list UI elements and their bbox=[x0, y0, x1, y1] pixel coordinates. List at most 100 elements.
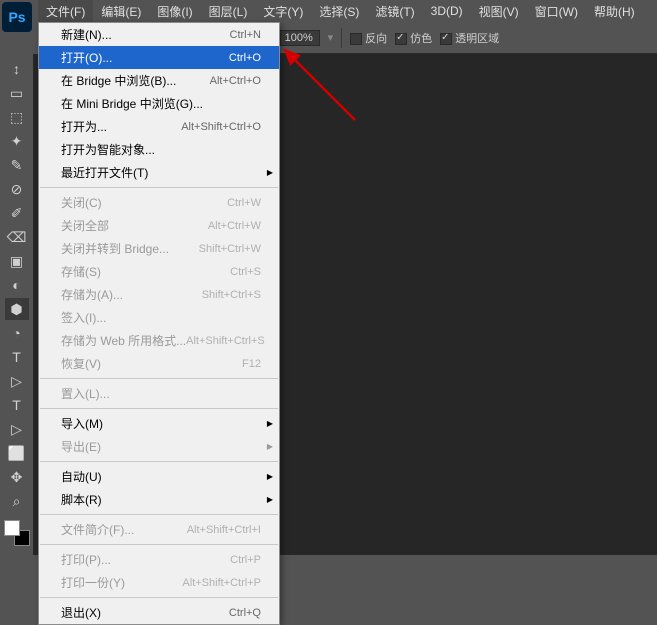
menu-item-shortcut: Ctrl+O bbox=[229, 52, 261, 64]
tool-gradient[interactable]: ⬢ bbox=[5, 298, 29, 320]
reverse-checkbox[interactable]: 反向 bbox=[350, 30, 387, 46]
tool-eyedropper[interactable]: ⊘ bbox=[5, 178, 29, 200]
menu-view[interactable]: 视图(V) bbox=[471, 0, 527, 23]
menu-item-label: 打开(O)... bbox=[61, 49, 112, 66]
tool-pen[interactable]: ▷ bbox=[5, 370, 29, 392]
menu-item: 关闭全部Alt+Ctrl+W bbox=[39, 214, 279, 237]
tool-zoom[interactable]: ⌕ bbox=[5, 490, 29, 512]
menu-item-label: 在 Bridge 中浏览(B)... bbox=[61, 72, 176, 89]
menu-item: 打印(P)... Ctrl+P bbox=[39, 548, 279, 571]
menu-item: 导出(E) bbox=[39, 435, 279, 458]
menu-item-shortcut: Alt+Ctrl+O bbox=[210, 75, 261, 87]
menu-item-label: 打印(P)... bbox=[61, 551, 111, 568]
menu-item: 存储为(A)... Shift+Ctrl+S bbox=[39, 283, 279, 306]
menu-item[interactable]: 脚本(R) bbox=[39, 488, 279, 511]
tool-history-brush[interactable]: ▣ bbox=[5, 250, 29, 272]
menu-3d[interactable]: 3D(D) bbox=[423, 1, 471, 21]
menu-item-shortcut: Alt+Shift+Ctrl+I bbox=[187, 524, 261, 536]
menu-item-label: 文件简介(F)... bbox=[61, 521, 134, 538]
menu-item-shortcut: Alt+Shift+Ctrl+P bbox=[182, 577, 261, 589]
menu-item[interactable]: 退出(X) Ctrl+Q bbox=[39, 601, 279, 624]
foreground-color-swatch[interactable] bbox=[4, 520, 20, 536]
menu-item-label: 置入(L)... bbox=[61, 385, 110, 402]
menu-item-label: 导入(M) bbox=[61, 415, 103, 432]
menu-item-label: 打开为智能对象... bbox=[61, 141, 155, 158]
menu-item[interactable]: 自动(U) bbox=[39, 465, 279, 488]
tool-blur[interactable]: ◔ bbox=[5, 322, 29, 344]
menu-item[interactable]: 在 Mini Bridge 中浏览(G)... bbox=[39, 92, 279, 115]
menu-help[interactable]: 帮助(H) bbox=[586, 0, 643, 23]
menu-item[interactable]: 导入(M) bbox=[39, 412, 279, 435]
menu-item: 签入(I)... bbox=[39, 306, 279, 329]
menu-item-shortcut: Shift+Ctrl+S bbox=[202, 289, 261, 301]
menu-item: 关闭并转到 Bridge... Shift+Ctrl+W bbox=[39, 237, 279, 260]
menu-item-label: 在 Mini Bridge 中浏览(G)... bbox=[61, 95, 203, 112]
tool-crop[interactable]: ✎ bbox=[5, 154, 29, 176]
tool-path[interactable]: ▷ bbox=[5, 418, 29, 440]
tool-marquee[interactable]: ▭ bbox=[5, 82, 29, 104]
menu-item-label: 导出(E) bbox=[61, 438, 101, 455]
menu-item-shortcut: Ctrl+S bbox=[230, 266, 261, 278]
menu-item-label: 退出(X) bbox=[61, 604, 101, 621]
menu-item-label: 新建(N)... bbox=[61, 26, 112, 43]
menu-item-label: 存储为(A)... bbox=[61, 286, 123, 303]
menu-file[interactable]: 文件(F) bbox=[38, 0, 93, 23]
menu-item-label: 关闭(C) bbox=[61, 194, 102, 211]
menu-item-shortcut: Alt+Shift+Ctrl+S bbox=[186, 335, 265, 347]
menu-image[interactable]: 图像(I) bbox=[149, 0, 200, 23]
menu-item-shortcut: Ctrl+W bbox=[227, 197, 261, 209]
transparency-checkbox[interactable]: 透明区域 bbox=[440, 30, 499, 46]
menu-item: 置入(L)... bbox=[39, 382, 279, 405]
menu-item-label: 恢复(V) bbox=[61, 355, 101, 372]
menu-item-label: 签入(I)... bbox=[61, 309, 106, 326]
menu-item-label: 关闭并转到 Bridge... bbox=[61, 240, 169, 257]
tool-lasso[interactable]: ⬚ bbox=[5, 106, 29, 128]
menu-item: 存储为 Web 所用格式...Alt+Shift+Ctrl+S bbox=[39, 329, 279, 352]
app-logo: Ps bbox=[2, 2, 32, 32]
menu-item: 文件简介(F)... Alt+Shift+Ctrl+I bbox=[39, 518, 279, 541]
tool-wand[interactable]: ✦ bbox=[5, 130, 29, 152]
menu-edit[interactable]: 编辑(E) bbox=[93, 0, 149, 23]
dither-checkbox[interactable]: 仿色 bbox=[395, 30, 432, 46]
menu-filter[interactable]: 滤镜(T) bbox=[367, 0, 422, 23]
tool-eraser[interactable]: ◐ bbox=[5, 274, 29, 296]
tool-text[interactable]: T bbox=[5, 394, 29, 416]
menu-item[interactable]: 最近打开文件(T) bbox=[39, 161, 279, 184]
color-swatches[interactable] bbox=[4, 520, 30, 546]
menu-item-shortcut: Alt+Ctrl+W bbox=[208, 220, 261, 232]
menu-select[interactable]: 选择(S) bbox=[311, 0, 367, 23]
menu-item-label: 打印一份(Y) bbox=[61, 574, 125, 591]
menu-item-label: 脚本(R) bbox=[61, 491, 102, 508]
menu-layer[interactable]: 图层(L) bbox=[201, 0, 256, 23]
tool-move[interactable]: ↕ bbox=[5, 58, 29, 80]
menu-item[interactable]: 在 Bridge 中浏览(B)... Alt+Ctrl+O bbox=[39, 69, 279, 92]
menu-type[interactable]: 文字(Y) bbox=[255, 0, 311, 23]
menu-item-label: 存储为 Web 所用格式... bbox=[61, 332, 186, 349]
toolbox: ↕ ▭ ⬚ ✦ ✎ ⊘ ✐ ⌫ ▣ ◐ ⬢ ◔ T ▷ T ▷ ⬜ ✥ ⌕ bbox=[0, 54, 34, 555]
tool-hand[interactable]: ✥ bbox=[5, 466, 29, 488]
tool-shape[interactable]: ⬜ bbox=[5, 442, 29, 464]
menu-item-shortcut: Shift+Ctrl+W bbox=[199, 243, 261, 255]
menu-item[interactable]: 新建(N)... Ctrl+N bbox=[39, 23, 279, 46]
menu-window[interactable]: 窗口(W) bbox=[527, 0, 586, 23]
menu-item: 存储(S) Ctrl+S bbox=[39, 260, 279, 283]
menu-item-shortcut: F12 bbox=[242, 358, 261, 370]
menu-item-label: 最近打开文件(T) bbox=[61, 164, 148, 181]
menu-item[interactable]: 打开(O)... Ctrl+O bbox=[39, 46, 279, 69]
menu-item-shortcut: Ctrl+N bbox=[230, 29, 261, 41]
menu-item-shortcut: Ctrl+P bbox=[230, 554, 261, 566]
menu-item: 关闭(C) Ctrl+W bbox=[39, 191, 279, 214]
menu-item[interactable]: 打开为...Alt+Shift+Ctrl+O bbox=[39, 115, 279, 138]
menu-item-label: 自动(U) bbox=[61, 468, 102, 485]
menu-item: 打印一份(Y) Alt+Shift+Ctrl+P bbox=[39, 571, 279, 594]
menubar: 文件(F) 编辑(E) 图像(I) 图层(L) 文字(Y) 选择(S) 滤镜(T… bbox=[0, 0, 657, 22]
tool-dodge[interactable]: T bbox=[5, 346, 29, 368]
opacity-input[interactable] bbox=[280, 30, 320, 46]
menu-item: 恢复(V) F12 bbox=[39, 352, 279, 375]
menu-item[interactable]: 打开为智能对象... bbox=[39, 138, 279, 161]
tool-stamp[interactable]: ⌫ bbox=[5, 226, 29, 248]
menu-item-shortcut: Ctrl+Q bbox=[229, 607, 261, 619]
tool-brush[interactable]: ✐ bbox=[5, 202, 29, 224]
menu-item-label: 打开为... bbox=[61, 118, 107, 135]
menu-item-label: 存储(S) bbox=[61, 263, 101, 280]
